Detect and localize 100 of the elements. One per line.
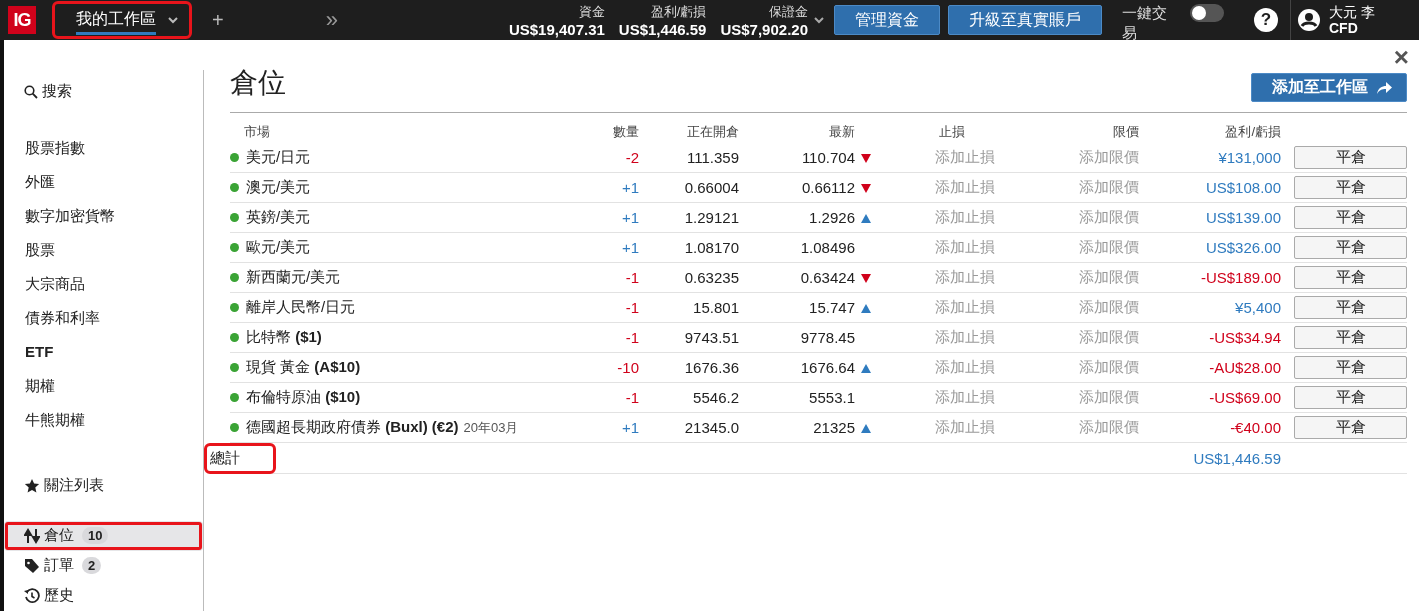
total-label: 總計 [206, 444, 274, 472]
category-item[interactable]: 外匯 [4, 165, 55, 199]
stat-label: 資金 [578, 2, 605, 21]
open-level: 0.66004 [684, 179, 739, 196]
close-position-button[interactable]: 平倉 [1294, 236, 1407, 259]
market-name[interactable]: 美元/日元 [246, 148, 311, 165]
profit-loss: -US$189.00 [1200, 269, 1281, 286]
latest-price: 0.63424 [800, 269, 855, 286]
workspace-tab-label: 我的工作區 [76, 5, 156, 35]
category-item[interactable]: 數字加密貨幣 [4, 199, 115, 233]
profit-loss: -US$34.94 [1209, 329, 1281, 346]
top-button[interactable]: 升級至真實賬戶 [948, 5, 1102, 35]
user-icon[interactable] [1297, 8, 1321, 32]
profit-loss: US$139.00 [1205, 209, 1281, 226]
chevron-down-icon[interactable] [814, 16, 824, 24]
column-header: 市場 [244, 124, 270, 139]
close-position-button[interactable]: 平倉 [1294, 266, 1407, 289]
quantity: -1 [625, 269, 639, 286]
quantity: +1 [621, 179, 639, 196]
open-level: 21345.0 [684, 419, 739, 436]
user-name: 大元 李 [1329, 4, 1375, 20]
category-item[interactable]: 牛熊期權 [4, 403, 85, 437]
star-icon [24, 477, 40, 494]
close-position-button[interactable]: 平倉 [1294, 326, 1407, 349]
open-level: 1676.36 [684, 359, 739, 376]
profit-loss: ¥5,400 [1235, 299, 1281, 316]
close-position-button[interactable]: 平倉 [1294, 146, 1407, 169]
close-position-button[interactable]: 平倉 [1294, 296, 1407, 319]
market-name[interactable]: 現貨 黃金 (A$10) [246, 358, 361, 375]
quantity: +1 [621, 209, 639, 226]
sidebar-item[interactable]: 歷史 [4, 580, 203, 611]
status-dot-icon [230, 243, 239, 252]
market-name[interactable]: 歐元/美元 [246, 238, 311, 255]
close-position-button[interactable]: 平倉 [1294, 386, 1407, 409]
status-dot-icon [230, 183, 239, 192]
sidebar-item[interactable]: 倉位 10 [4, 520, 203, 551]
logo[interactable]: IG [8, 6, 36, 34]
quantity: -1 [625, 389, 639, 406]
column-header: 止損 [939, 124, 965, 139]
more-tabs-button[interactable]: » [319, 7, 344, 33]
category-item[interactable]: 大宗商品 [4, 267, 85, 301]
latest-price: 110.704 [801, 149, 855, 166]
status-dot-icon [230, 273, 239, 282]
help-icon[interactable]: ? [1254, 8, 1278, 32]
open-level: 5546.2 [693, 389, 739, 406]
top-button[interactable]: 管理資金 [834, 5, 940, 35]
stat-label: 盈利/虧損 [650, 2, 707, 21]
tag-icon [24, 557, 40, 574]
workspace-tab[interactable]: 我的工作區 [54, 3, 190, 37]
total-profit-loss: US$1,446.59 [1193, 449, 1281, 467]
quantity: +1 [621, 239, 639, 256]
profit-loss: US$326.00 [1205, 239, 1281, 256]
sidebar-item[interactable]: 關注列表 [4, 470, 203, 501]
latest-price: 1676.64 [800, 359, 855, 376]
category-item[interactable]: 股票指數 [4, 131, 85, 165]
one-click-toggle[interactable] [1190, 4, 1224, 22]
quantity: +1 [621, 419, 639, 436]
market-name[interactable]: 新西蘭元/美元 [246, 268, 341, 285]
up-down-arrows-icon [24, 527, 40, 544]
search-item[interactable]: 搜索 [4, 82, 203, 101]
profit-loss: -US$69.00 [1209, 389, 1281, 406]
market-name[interactable]: 英鎊/美元 [246, 208, 311, 225]
add-to-workspace-button[interactable]: 添加至工作區 [1251, 73, 1407, 102]
stat-value: US$7,902.20 [720, 20, 808, 38]
stat-value: US$19,407.31 [508, 20, 605, 38]
market-name[interactable]: 比特幣 ($1) [246, 328, 322, 345]
quantity: -2 [625, 149, 639, 166]
category-item[interactable]: ETF [4, 335, 54, 369]
column-header: 最新 [829, 124, 855, 139]
market-name[interactable]: 澳元/美元 [246, 178, 311, 195]
column-header: 數量 [613, 124, 639, 139]
expiry-date: 20年03月 [463, 420, 519, 435]
open-level: 1.29121 [684, 209, 739, 226]
one-click-label: 一鍵交易 [1122, 3, 1168, 43]
latest-price: 21325 [813, 419, 855, 436]
category-item[interactable]: 期權 [4, 369, 55, 403]
open-level: 1.08170 [684, 239, 739, 256]
sidebar-item[interactable]: 訂單 2 [4, 550, 203, 581]
category-item[interactable]: 債券和利率 [4, 301, 100, 335]
column-header: 限價 [1113, 124, 1139, 139]
close-position-button[interactable]: 平倉 [1294, 356, 1407, 379]
market-name[interactable]: 離岸人民幣/日元 [246, 298, 356, 315]
add-tab-button[interactable]: + [206, 8, 230, 32]
profit-loss: -AU$28.00 [1209, 359, 1281, 376]
latest-price: 5553.1 [809, 389, 855, 406]
quantity: -1 [625, 299, 639, 316]
chevron-down-icon[interactable] [168, 16, 178, 24]
latest-price: 9778.45 [800, 329, 855, 346]
category-item[interactable]: 股票 [4, 233, 55, 267]
history-icon [24, 587, 40, 604]
status-dot-icon [230, 393, 239, 402]
close-button[interactable]: × [1393, 46, 1409, 68]
close-position-button[interactable]: 平倉 [1294, 416, 1407, 439]
close-position-button[interactable]: 平倉 [1294, 206, 1407, 229]
profit-loss: ¥131,000 [1218, 149, 1281, 166]
close-position-button[interactable]: 平倉 [1294, 176, 1407, 199]
market-name[interactable]: 德國超長期政府債券 (Buxl) (€2) [246, 418, 459, 435]
latest-price: 1.2926 [809, 209, 855, 226]
stat-value: US$1,446.59 [618, 20, 707, 38]
market-name[interactable]: 布倫特原油 ($10) [246, 388, 361, 405]
